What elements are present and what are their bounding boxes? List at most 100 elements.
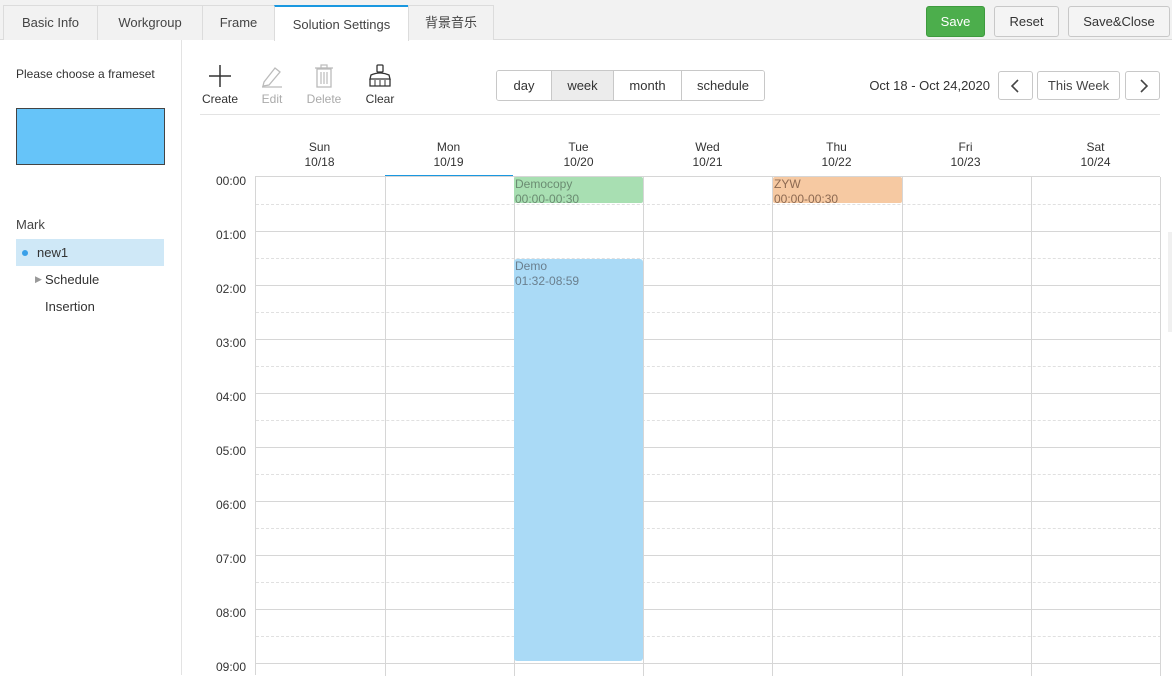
time-label: 01:00 (215, 228, 246, 242)
half-hour-line (256, 474, 1161, 475)
toolbar-divider (200, 114, 1160, 115)
hour-line (256, 555, 1161, 556)
next-week-button[interactable] (1125, 71, 1160, 100)
chevron-left-icon (1010, 79, 1019, 93)
hour-line (256, 231, 1161, 232)
day-date: 10/24 (1080, 155, 1111, 169)
day-date: 10/19 (433, 155, 464, 169)
time-label: 05:00 (215, 444, 246, 458)
save-button[interactable]: Save (926, 6, 985, 37)
time-label: 07:00 (215, 552, 246, 566)
time-label: 00:00 (215, 174, 246, 188)
time-label: 08:00 (215, 606, 246, 620)
time-label: 04:00 (215, 390, 246, 404)
day-name: Wed (695, 140, 720, 154)
frameset-label: Please choose a frameset (16, 67, 155, 81)
date-range-label: Oct 18 - Oct 24,2020 (869, 78, 990, 93)
day-column-divider (1031, 177, 1032, 676)
day-column-divider (643, 177, 644, 676)
half-hour-line (256, 636, 1161, 637)
day-date: 10/20 (563, 155, 594, 169)
tab-frame[interactable]: Frame (202, 5, 275, 40)
hour-line (256, 339, 1161, 340)
day-header-thu: Thu 10/22 (772, 140, 901, 170)
delete-button[interactable]: Delete (301, 64, 347, 106)
view-schedule-button[interactable]: schedule (682, 71, 764, 100)
time-label: 06:00 (215, 498, 246, 512)
mark-label: Mark (16, 217, 45, 232)
day-column-divider (772, 177, 773, 676)
expand-triangle-icon[interactable]: ▶ (35, 266, 42, 293)
day-column-divider (1160, 177, 1161, 676)
view-week-button[interactable]: week (552, 71, 614, 100)
delete-label: Delete (306, 92, 342, 106)
frameset-swatch[interactable] (16, 108, 165, 165)
hour-line (256, 663, 1161, 664)
half-hour-line (256, 204, 1161, 205)
left-panel: Please choose a frameset Mark new1 ▶ Sch… (0, 40, 182, 675)
save-close-button[interactable]: Save&Close (1068, 6, 1170, 37)
edit-button[interactable]: Edit (249, 64, 295, 106)
calendar-event[interactable]: Democopy 00:00-00:30 (514, 177, 643, 203)
day-column-divider (385, 177, 386, 676)
this-week-button[interactable]: This Week (1037, 71, 1120, 100)
tree-item-label: Schedule (45, 272, 100, 287)
half-hour-line (256, 366, 1161, 367)
day-header-sat: Sat 10/24 (1031, 140, 1160, 170)
tree-item-insertion[interactable]: Insertion (16, 293, 164, 320)
tab-workgroup[interactable]: Workgroup (97, 5, 203, 40)
trash-icon (315, 64, 333, 88)
edit-label: Edit (261, 92, 283, 106)
event-title: Democopy (515, 177, 573, 191)
view-day-button[interactable]: day (497, 71, 552, 100)
scrollbar[interactable] (1168, 232, 1172, 332)
hour-line (256, 447, 1161, 448)
tree-item-new1[interactable]: new1 (16, 239, 164, 266)
half-hour-line (256, 258, 1161, 259)
create-label: Create (201, 92, 239, 106)
bullet-icon (22, 250, 28, 256)
event-time: 01:32-08:59 (515, 274, 580, 288)
half-hour-line (256, 582, 1161, 583)
day-name: Mon (436, 140, 461, 154)
day-name: Fri (958, 140, 973, 154)
day-name: Sat (1086, 140, 1105, 154)
event-title: ZYW (774, 177, 801, 191)
day-date: 10/22 (821, 155, 852, 169)
chevron-right-icon (1139, 79, 1148, 93)
tab-solution-settings[interactable]: Solution Settings (274, 5, 409, 41)
hour-line (256, 285, 1161, 286)
clear-button[interactable]: Clear (357, 64, 403, 106)
tree-item-schedule[interactable]: ▶ Schedule (16, 266, 164, 293)
week-grid[interactable]: Democopy 00:00-00:30 ZYW 00:00-00:30 Dem… (255, 176, 1161, 676)
day-header-mon: Mon 10/19 (384, 140, 513, 170)
top-tab-bar: Basic Info Workgroup Frame Solution Sett… (0, 0, 1172, 41)
calendar-event[interactable]: Demo 01:32-08:59 (514, 259, 643, 661)
day-column-divider (902, 177, 903, 676)
clear-label: Clear (365, 92, 395, 106)
plus-icon (209, 65, 231, 87)
create-button[interactable]: Create (197, 64, 243, 106)
event-time: 00:00-00:30 (774, 192, 839, 203)
day-date: 10/23 (950, 155, 981, 169)
reset-button[interactable]: Reset (994, 6, 1059, 37)
calendar-event[interactable]: ZYW 00:00-00:30 (773, 177, 902, 203)
day-header-sun: Sun 10/18 (255, 140, 384, 170)
tree-item-label: new1 (37, 245, 69, 260)
hour-line (256, 393, 1161, 394)
half-hour-line (256, 420, 1161, 421)
hour-line (256, 501, 1161, 502)
event-time: 00:00-00:30 (515, 192, 580, 203)
half-hour-line (256, 528, 1161, 529)
day-name: Tue (568, 140, 589, 154)
time-label: 02:00 (215, 282, 246, 296)
view-month-button[interactable]: month (614, 71, 682, 100)
tab-basic-info[interactable]: Basic Info (3, 5, 98, 40)
day-name: Sun (308, 140, 331, 154)
prev-week-button[interactable] (998, 71, 1033, 100)
half-hour-line (256, 312, 1161, 313)
hour-line (256, 609, 1161, 610)
day-header-fri: Fri 10/23 (901, 140, 1030, 170)
pencil-icon (262, 67, 282, 88)
tab-background-music[interactable]: 背景音乐 (408, 5, 494, 40)
